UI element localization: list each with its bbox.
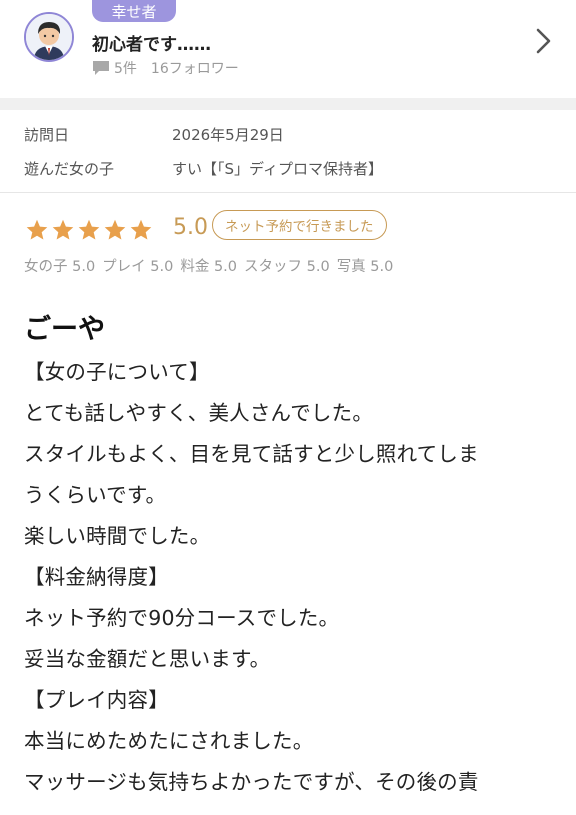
review-line: マッサージも気持ちよかったですが、その後の責 [24, 770, 479, 794]
rating-section: 5.0 ネット予約で行きました 女の子 5.0 プレイ 5.0 料金 5.0 スタッフ… [0, 193, 576, 301]
review-line: 【料金納得度】 [24, 565, 169, 589]
rank-badge: 幸せ者 [92, 0, 176, 22]
review-line: うくらいです。 [24, 483, 167, 507]
subscore-photo: 写真 5.0 [336, 259, 394, 275]
review-line: スタイルもよく、目を見て話すと少し照れてしま [24, 442, 479, 466]
review-line: ネット予約で90分コースでした。 [24, 606, 340, 630]
sub-scores: 女の子 5.0 プレイ 5.0 料金 5.0 スタッフ 5.0 写真 5.0 [24, 255, 400, 276]
username[interactable]: 初心者です…… [92, 30, 211, 55]
subscore-girl: 女の子 5.0 [24, 259, 96, 275]
star-icon [26, 219, 48, 240]
follower-count: 16フォロワー [150, 61, 239, 77]
girl-row: 遊んだ女の子 すい【「S」ディプロマ保持者】 [24, 158, 383, 179]
overall-score: 5.0 [173, 215, 208, 240]
visit-info: 訪問日 2026年5月29日 遊んだ女の子 すい【「S」ディプロマ保持者】 [0, 110, 576, 193]
comment-icon [93, 61, 109, 75]
review-line: 本当にめためたにされました。 [24, 729, 314, 753]
visit-date-label: 訪問日 [24, 126, 70, 144]
review-line: 楽しい時間でした。 [24, 524, 211, 548]
reviewer-profile[interactable]: 幸せ者 初心者です…… 5件 16フォロワー [0, 0, 576, 98]
review-line: とても話しやすく、美人さんでした。 [24, 401, 374, 425]
star-icon [78, 219, 100, 240]
review-content: ごーや 【女の子について】 とても話しやすく、美人さんでした。 スタイルもよく、… [0, 307, 576, 803]
subscore-play: プレイ 5.0 [102, 259, 174, 275]
subscore-price: 料金 5.0 [180, 259, 238, 275]
subscore-staff: スタッフ 5.0 [244, 259, 330, 275]
reviewer-stats: 5件 16フォロワー [92, 58, 239, 78]
avatar[interactable] [24, 12, 74, 62]
reservation-badge: ネット予約で行きました [212, 210, 387, 240]
review-title: ごーや [24, 314, 105, 345]
review-line: 【プレイ内容】 [24, 688, 169, 712]
girl-label: 遊んだ女の子 [24, 160, 115, 178]
star-rating [24, 218, 154, 242]
section-divider [0, 98, 576, 110]
review-line: 【女の子について】 [24, 360, 210, 384]
visit-date-row: 訪問日 2026年5月29日 [24, 124, 284, 145]
girl-value: すい【「S」ディプロマ保持者】 [172, 160, 383, 178]
review-count: 5件 [114, 61, 137, 77]
star-icon [52, 219, 74, 240]
star-icon [104, 219, 126, 240]
chevron-right-icon[interactable] [532, 26, 554, 56]
review-body: 【女の子について】 とても話しやすく、美人さんでした。 スタイルもよく、目を見て… [24, 352, 552, 803]
review-line: 妥当な金額だと思います。 [24, 647, 271, 671]
star-icon [130, 219, 152, 240]
visit-date-value: 2026年5月29日 [172, 126, 284, 144]
